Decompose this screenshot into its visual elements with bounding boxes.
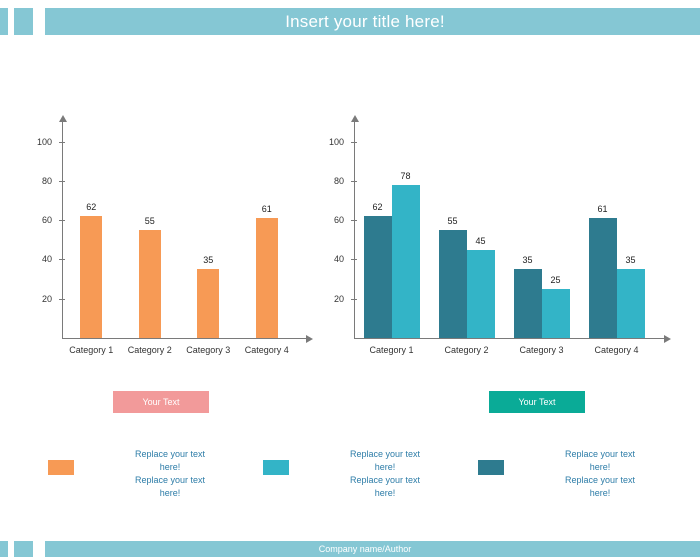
y-axis-tick-label: 100 <box>36 136 52 147</box>
y-axis-tick <box>59 220 65 222</box>
your-text-button-right[interactable]: Your Text <box>489 391 585 413</box>
legend-line: Replace your text <box>349 449 421 459</box>
legend-line: Replace your text <box>564 475 636 485</box>
bar <box>255 218 278 338</box>
legend-line: here! <box>159 488 181 498</box>
x-axis-line <box>62 338 306 339</box>
bar <box>363 216 392 338</box>
bar <box>513 269 542 338</box>
legend-line: Replace your text <box>349 475 421 485</box>
y-axis-line <box>354 122 355 338</box>
bar <box>138 230 161 338</box>
x-axis-category-label: Category 4 <box>594 345 639 355</box>
bar <box>616 269 645 338</box>
footer-accent-bar-1 <box>0 541 8 557</box>
bar-value-label: 35 <box>203 255 214 266</box>
header-accent-bar-1 <box>0 8 8 35</box>
y-axis-tick-label: 40 <box>41 254 52 265</box>
y-axis-tick <box>59 298 65 300</box>
bar <box>80 216 103 338</box>
legend-line: Replace your text <box>564 449 636 459</box>
y-axis-tick <box>59 180 65 182</box>
legend-line: Replace your text <box>134 449 206 459</box>
y-axis-line <box>62 122 63 338</box>
header-accent-bar-2 <box>14 8 33 35</box>
y-axis-tick <box>351 141 357 143</box>
y-axis-tick <box>59 141 65 143</box>
x-axis-category-label: Category 3 <box>519 345 564 355</box>
x-axis-arrow-icon <box>306 334 313 343</box>
y-axis-tick-label: 60 <box>333 215 344 226</box>
y-axis-tick <box>351 180 357 182</box>
legend-line: here! <box>589 488 611 498</box>
legend-swatch-icon <box>263 460 289 475</box>
legend-swatch-icon <box>48 460 74 475</box>
bar <box>197 269 220 338</box>
y-axis-tick-label: 60 <box>41 215 52 226</box>
bar-value-label: 62 <box>372 202 383 213</box>
legend-line: here! <box>374 488 396 498</box>
y-axis-tick-label: 40 <box>333 254 344 265</box>
legend-line: here! <box>589 462 611 472</box>
footer-company-author: Company name/Author <box>318 544 412 554</box>
bar-value-label: 35 <box>625 255 636 266</box>
legend-item: Replace your text here! Replace your tex… <box>478 448 688 500</box>
legend-text-block: Replace your text here! Replace your tex… <box>289 448 473 500</box>
x-axis-category-label: Category 2 <box>444 345 489 355</box>
bar <box>466 249 495 338</box>
footer-accent-bar-2 <box>14 541 33 557</box>
bar-value-label: 78 <box>400 170 411 181</box>
y-axis-tick-label: 80 <box>41 175 52 186</box>
legend-item: Replace your text here! Replace your tex… <box>48 448 258 500</box>
x-axis-line <box>354 338 664 339</box>
chart-plot-area: 20 40 60 80 100 62 78 Category 1 55 45 Category 2 3… <box>316 112 672 364</box>
x-axis-arrow-icon <box>664 334 671 343</box>
bar-value-label: 62 <box>86 202 97 213</box>
bar-value-label: 35 <box>522 255 533 266</box>
x-axis-category-label: Category 1 <box>369 345 414 355</box>
y-axis-tick-label: 80 <box>333 175 344 186</box>
y-axis-tick <box>351 220 357 222</box>
bar <box>391 184 420 338</box>
legend-item: Replace your text here! Replace your tex… <box>263 448 473 500</box>
bar-value-label: 61 <box>261 204 272 215</box>
legend-line: here! <box>159 462 181 472</box>
legend-line: Replace your text <box>134 475 206 485</box>
bar <box>588 218 617 338</box>
legend-text-block: Replace your text here! Replace your tex… <box>504 448 688 500</box>
y-axis-arrow-icon <box>58 115 67 122</box>
bar-value-label: 45 <box>475 235 486 246</box>
page-title: Insert your title here! <box>285 12 445 31</box>
x-axis-category-label: Category 4 <box>244 345 289 355</box>
y-axis-arrow-icon <box>350 115 359 122</box>
legend-line: here! <box>374 462 396 472</box>
bar-chart-two-series: 20 40 60 80 100 62 78 Category 1 55 45 Category 2 3… <box>316 112 672 364</box>
legend-swatch-icon <box>478 460 504 475</box>
bar-value-label: 55 <box>447 216 458 226</box>
y-axis-tick <box>351 259 357 261</box>
bar-value-label: 55 <box>144 216 155 226</box>
y-axis-tick-label: 100 <box>328 136 344 147</box>
bar <box>438 230 467 338</box>
bar-chart-single-series: 20 40 60 80 100 62 Category 1 55 Category 2 35 Cat… <box>24 112 314 364</box>
y-axis-tick <box>351 298 357 300</box>
chart-plot-area: 20 40 60 80 100 62 Category 1 55 Category 2 35 Cat… <box>24 112 314 364</box>
bar <box>541 288 570 338</box>
y-axis-tick-label: 20 <box>41 293 52 304</box>
bar-value-label: 25 <box>550 274 561 285</box>
y-axis-tick-label: 20 <box>333 293 344 304</box>
bar-value-label: 61 <box>597 204 608 215</box>
y-axis-tick <box>59 259 65 261</box>
your-text-button-left[interactable]: Your Text <box>113 391 209 413</box>
legend-text-block: Replace your text here! Replace your tex… <box>74 448 258 500</box>
